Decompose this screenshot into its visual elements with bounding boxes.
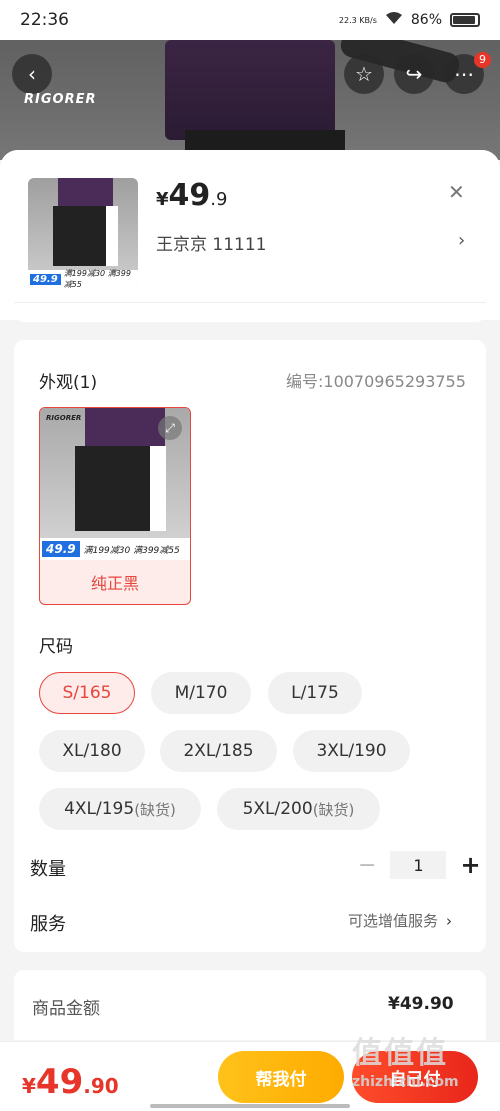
delivery-address[interactable]: 王京京 11111 (156, 230, 266, 255)
close-icon[interactable]: ✕ (448, 180, 465, 204)
brand-logo: RIGORER (24, 92, 97, 107)
divider (14, 302, 486, 322)
quantity-label: 数量 (30, 859, 66, 880)
notification-badge: 9 (474, 52, 491, 68)
chevron-right-icon: › (446, 912, 453, 930)
color-option-image: RIGORER ⤢ 49.9 满199减30 满399减55 (40, 408, 190, 560)
jacket-shape (165, 40, 335, 140)
more-icon: ⋯ (454, 62, 474, 86)
size-option-l[interactable]: L/175 (268, 672, 362, 714)
home-indicator[interactable] (150, 1104, 350, 1108)
size-option-xl[interactable]: XL/180 (39, 730, 145, 772)
color-option-logo: RIGORER (46, 414, 82, 422)
sku-sheet: 49.9 满199减30 满399减55 ¥49.9 ✕ 王京京 11111 ›… (0, 150, 500, 1111)
option-promo: 满199减30 满399减55 (83, 545, 180, 556)
color-option-black[interactable]: RIGORER ⤢ 49.9 满199减30 满399减55 纯正黑 (39, 407, 191, 605)
product-code: 编号:10070965293755 (286, 372, 466, 391)
size-title: 尺码 (39, 637, 73, 657)
battery-percent: 86% (410, 12, 442, 28)
favorite-button[interactable]: ☆ (344, 54, 384, 94)
sku-header: 49.9 满199减30 满399减55 ¥49.9 ✕ 王京京 11111 › (0, 150, 500, 320)
status-bar: 22:36 22.3 KB/s 86% (0, 0, 500, 40)
size-option-m[interactable]: M/170 (151, 672, 251, 714)
increment-button[interactable]: + (460, 851, 480, 879)
bottom-price: ¥49.90 (22, 1062, 119, 1102)
sku-price: ¥49.9 (156, 178, 228, 213)
decrement-button[interactable]: − (358, 853, 376, 878)
quantity-input[interactable]: 1 (390, 851, 447, 879)
thumb-promo: 满199减30 满399减55 (63, 269, 131, 288)
color-option-label: 纯正黑 (90, 574, 139, 593)
thumb-price: 49.9 (30, 273, 61, 285)
appearance-title: 外观(1) (39, 373, 98, 393)
back-button[interactable]: ‹ (12, 54, 52, 94)
size-option-4xl[interactable]: 4XL/195 (缺货) (39, 788, 201, 830)
quantity-stepper: − 1 + (358, 851, 481, 879)
share-button[interactable]: ↪ (394, 54, 434, 94)
size-option-s[interactable]: S/165 (39, 672, 135, 714)
net-speed: 22.3 KB/s (338, 15, 377, 25)
option-price: 49.9 (42, 541, 80, 557)
status-time: 22:36 (20, 10, 69, 30)
size-option-2xl[interactable]: 2XL/185 (160, 730, 277, 772)
wifi-icon (385, 11, 403, 29)
service-label: 服务 (30, 914, 66, 935)
summary-label: 商品金额 (32, 999, 100, 1019)
service-selector[interactable]: 可选增值服务 › (348, 910, 452, 931)
share-icon: ↪ (405, 62, 423, 86)
sku-thumbnail[interactable]: 49.9 满199减30 满399减55 (28, 178, 138, 288)
summary-value: ¥49.90 (388, 994, 454, 1014)
help-me-pay-button[interactable]: 帮我付 (218, 1051, 344, 1103)
expand-icon[interactable]: ⤢ (158, 416, 182, 440)
size-option-5xl[interactable]: 5XL/200 (缺货) (217, 788, 380, 830)
star-icon: ☆ (355, 62, 373, 86)
size-option-3xl[interactable]: 3XL/190 (293, 730, 410, 772)
chevron-right-icon[interactable]: › (458, 230, 465, 251)
chevron-left-icon: ‹ (28, 62, 36, 86)
battery-icon (450, 13, 480, 27)
watermark: 值值值 zhizhizhi.com (352, 1036, 459, 1090)
